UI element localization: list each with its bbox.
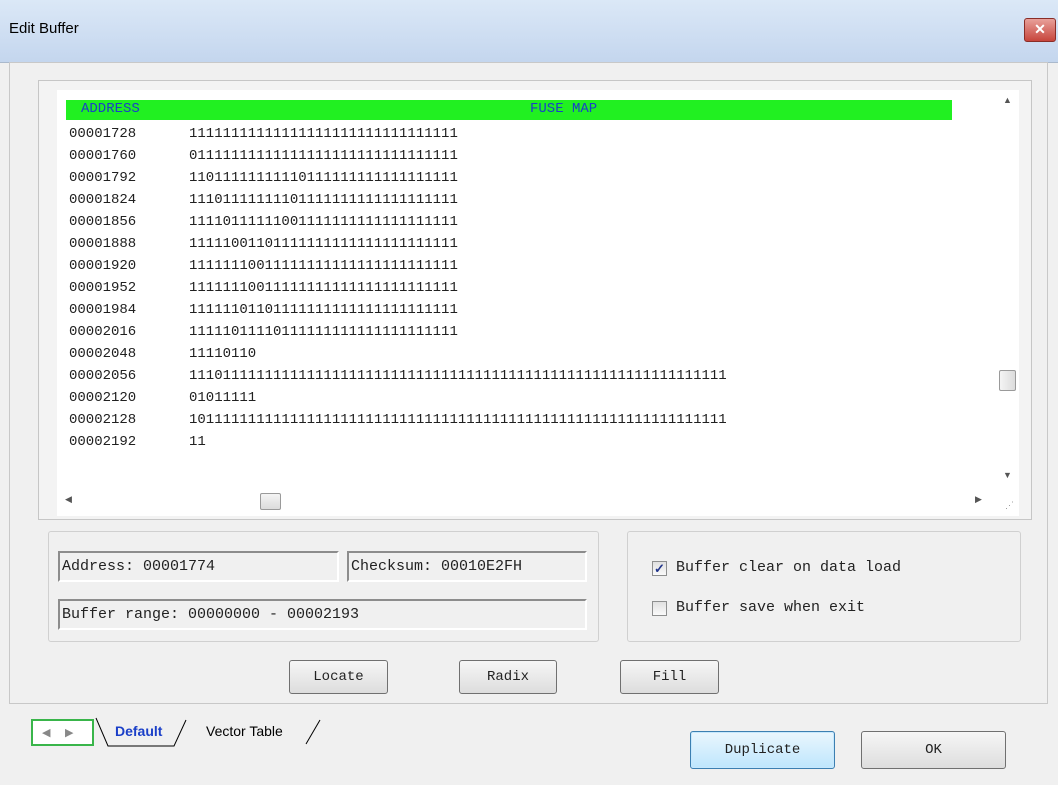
size-grip-icon: ⋰ (1005, 500, 1014, 510)
address-field: Address: 00001774 (58, 551, 339, 582)
row-address: 00001856 (69, 214, 137, 230)
row-data: 1110111111111111111111111111111111111111… (189, 368, 727, 384)
tab-next-arrow-icon[interactable]: ▶ (65, 726, 73, 739)
row-address: 00001888 (69, 236, 137, 252)
clear-on-load-checkbox[interactable]: ✓ (652, 561, 667, 576)
row-address: 00001984 (69, 302, 137, 318)
row-data: 11111111111111111111111111111111 (189, 126, 458, 142)
horizontal-scrollbar[interactable]: ◀ ▶ (57, 488, 997, 510)
window-title: Edit Buffer (9, 20, 79, 37)
tab-vector-table[interactable]: Vector Table (206, 723, 283, 739)
buffer-row[interactable]: 00001792 11011111111110111111111111111111 (69, 167, 727, 189)
scroll-up-arrow-icon[interactable]: ▲ (1003, 95, 1012, 105)
row-address: 00002120 (69, 390, 137, 406)
buffer-row[interactable]: 00001920 11111110011111111111111111111111 (69, 255, 727, 277)
buffer-row[interactable]: 00002048 11110110 (69, 343, 727, 365)
clear-on-load-label: Buffer clear on data load (676, 559, 902, 576)
vertical-scroll-thumb[interactable] (999, 370, 1016, 391)
row-address: 00001952 (69, 280, 137, 296)
ok-button[interactable]: OK (861, 731, 1006, 769)
row-address: 00002128 (69, 412, 137, 428)
locate-button[interactable]: Locate (289, 660, 388, 694)
row-data: 01111111111111111111111111111111 (189, 148, 458, 164)
row-address: 00002016 (69, 324, 137, 340)
buffer-row[interactable]: 00002192 11 (69, 431, 727, 453)
row-address: 00002048 (69, 346, 137, 362)
row-address: 00001728 (69, 126, 137, 142)
fill-button[interactable]: Fill (620, 660, 719, 694)
fuse-map-column-header: FUSE MAP (530, 101, 598, 117)
buffer-row[interactable]: 00001952 11111110011111111111111111111111 (69, 277, 727, 299)
row-address: 00002192 (69, 434, 137, 450)
buffer-header: ADDRESS FUSE MAP (66, 100, 952, 120)
row-data: 11110110 (189, 346, 257, 362)
tab-prev-arrow-icon[interactable]: ◀ (42, 726, 50, 739)
horizontal-scroll-thumb[interactable] (260, 493, 281, 510)
scroll-left-arrow-icon[interactable]: ◀ (65, 494, 72, 505)
save-on-exit-label: Buffer save when exit (676, 599, 866, 616)
duplicate-button[interactable]: Duplicate (690, 731, 835, 769)
buffer-range-field: Buffer range: 00000000 - 00002193 (58, 599, 587, 630)
row-data: 11111101101111111111111111111111 (189, 302, 458, 318)
buffer-row[interactable]: 00002016 11111011110111111111111111111111 (69, 321, 727, 343)
scroll-down-arrow-icon[interactable]: ▼ (1003, 470, 1012, 480)
scroll-right-arrow-icon[interactable]: ▶ (975, 494, 982, 505)
row-data: 11111011110111111111111111111111 (189, 324, 458, 340)
save-on-exit-checkbox[interactable] (652, 601, 667, 616)
buffer-row[interactable]: 00001824 11101111111101111111111111111111 (69, 189, 727, 211)
row-address: 00002056 (69, 368, 137, 384)
title-bar: Edit Buffer ✕ (0, 0, 1058, 63)
buffer-row[interactable]: 00002120 01011111 (69, 387, 727, 409)
buffer-listbox[interactable]: ADDRESS FUSE MAP 00001728 111111111111111… (57, 90, 1019, 516)
address-column-header: ADDRESS (81, 101, 140, 117)
close-button[interactable]: ✕ (1024, 18, 1056, 42)
checksum-field: Checksum: 00010E2FH (347, 551, 587, 582)
row-address: 00001792 (69, 170, 137, 186)
vertical-scrollbar[interactable]: ▲ ▼ (997, 90, 1019, 488)
tab-default[interactable]: Default (115, 723, 162, 739)
row-data: 11111001101111111111111111111111 (189, 236, 458, 252)
row-address: 00001824 (69, 192, 137, 208)
buffer-row[interactable]: 00001728 11111111111111111111111111111111 (69, 123, 727, 145)
buffer-row[interactable]: 00002056 11101111111111111111111111111111… (69, 365, 727, 387)
radix-button[interactable]: Radix (459, 660, 557, 694)
row-data: 11111110011111111111111111111111 (189, 258, 458, 274)
row-data: 11011111111110111111111111111111 (189, 170, 458, 186)
tab-scroll-nav: ◀ ▶ (31, 719, 94, 746)
row-data: 11101111111101111111111111111111 (189, 192, 458, 208)
buffer-row[interactable]: 00001856 11110111111001111111111111111111 (69, 211, 727, 233)
row-address: 00001760 (69, 148, 137, 164)
row-data: 11 (189, 434, 206, 450)
buffer-rows: 00001728 11111111111111111111111111111111… (69, 123, 727, 453)
buffer-options-group (627, 531, 1021, 642)
buffer-row[interactable]: 00001888 11111001101111111111111111111111 (69, 233, 727, 255)
row-address: 00001920 (69, 258, 137, 274)
buffer-row[interactable]: 00002128 10111111111111111111111111111111… (69, 409, 727, 431)
buffer-row[interactable]: 00001760 01111111111111111111111111111111 (69, 145, 727, 167)
row-data: 11111110011111111111111111111111 (189, 280, 458, 296)
buffer-row[interactable]: 00001984 11111101101111111111111111111111 (69, 299, 727, 321)
row-data: 01011111 (189, 390, 257, 406)
row-data: 1011111111111111111111111111111111111111… (189, 412, 727, 428)
row-data: 11110111111001111111111111111111 (189, 214, 458, 230)
